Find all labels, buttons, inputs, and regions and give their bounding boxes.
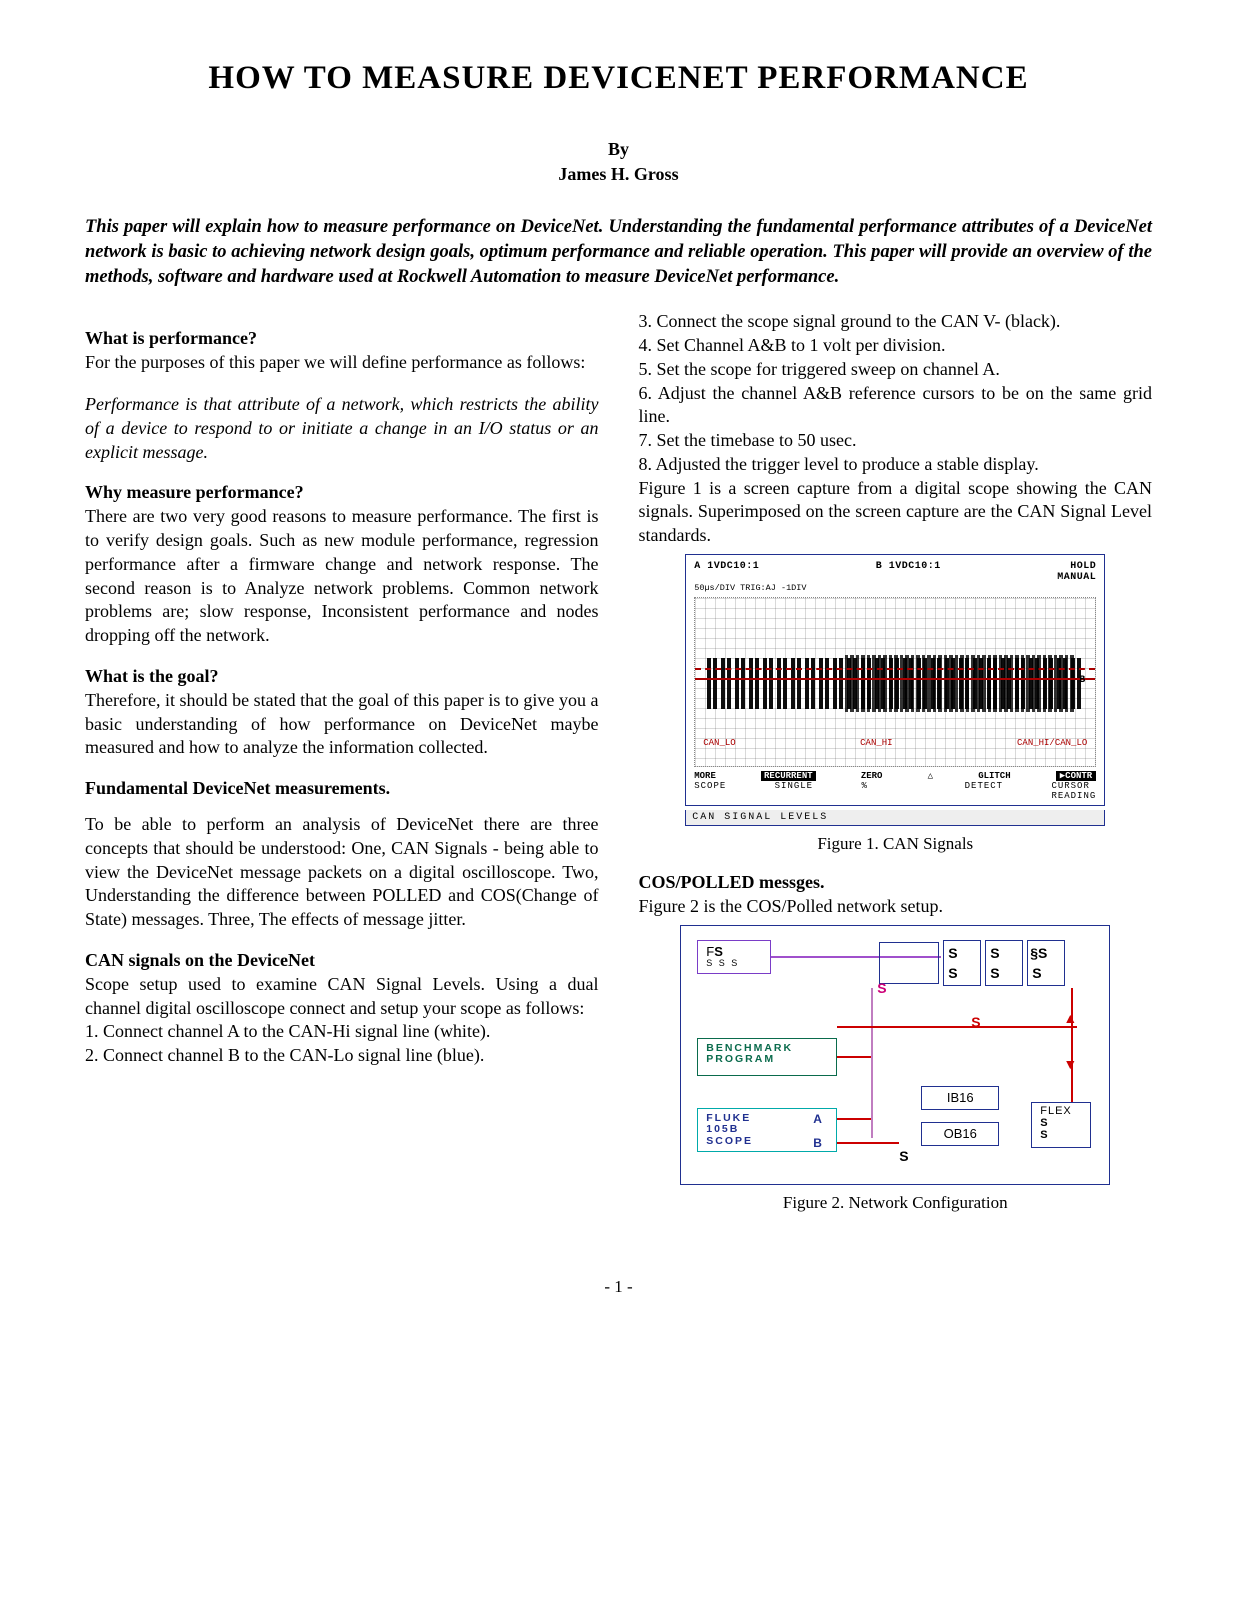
paragraph: Figure 1 is a screen capture from a digi… xyxy=(639,477,1153,548)
scope-reading: READING xyxy=(1051,791,1096,801)
rack-slot-3: §SS xyxy=(1027,940,1065,986)
scope-more: MORE xyxy=(694,771,716,781)
can-diff-label: CAN_HI/CAN_LO xyxy=(1017,738,1087,748)
scope-zero: ZERO xyxy=(861,771,883,781)
step-7: 7. Set the timebase to 50 usec. xyxy=(639,429,1153,453)
figure-1-scope: A 1VDC10:1 B 1VDC10:1 HOLDMANUAL 50µs/DI… xyxy=(685,554,1105,806)
step-5: 5. Set the scope for triggered sweep on … xyxy=(639,358,1153,382)
cpu-label-bot: S S S xyxy=(706,959,762,969)
rack-slot-1: SS xyxy=(943,940,981,986)
page-number: - 1 - xyxy=(85,1277,1152,1297)
definition: Performance is that attribute of a netwo… xyxy=(85,393,599,464)
fluke-l1: FLUKE xyxy=(706,1112,751,1124)
scope-pct: % xyxy=(861,781,867,801)
paragraph: Scope setup used to examine CAN Signal L… xyxy=(85,973,599,1021)
scope-detect: DETECT xyxy=(965,781,1003,801)
scope-tri: △ xyxy=(928,771,933,781)
heading-goal: What is the goal? xyxy=(85,666,599,687)
byline: By xyxy=(85,137,1152,162)
scope-ch-b-label: B xyxy=(813,1136,822,1150)
scope-ch-a: 1VDC10:1 xyxy=(707,561,759,572)
heading-why-measure: Why measure performance? xyxy=(85,482,599,503)
step-3: 3. Connect the scope signal ground to th… xyxy=(639,310,1153,334)
scope-ch-b: 1VDC10:1 xyxy=(889,561,941,572)
heading-cos-polled: COS/POLLED messges. xyxy=(639,872,1153,893)
scope-contr: ▶CONTR xyxy=(1056,771,1096,781)
step-1: 1. Connect channel A to the CAN-Hi signa… xyxy=(85,1020,599,1044)
author-name: James H. Gross xyxy=(85,162,1152,187)
paragraph: Figure 2 is the COS/Polled network setup… xyxy=(639,895,1153,919)
scope-cursor: CURSOR xyxy=(1051,781,1089,791)
heading-fundamental: Fundamental DeviceNet measurements. xyxy=(85,778,599,799)
ib16-box: IB16 xyxy=(921,1086,999,1110)
benchmark-box: BENCHMARK PROGRAM xyxy=(697,1038,837,1076)
scope-single: SINGLE xyxy=(775,781,813,801)
step-8: 8. Adjusted the trigger level to produce… xyxy=(639,453,1153,477)
step-6: 6. Adjust the channel A&B reference curs… xyxy=(639,382,1153,430)
paragraph: Therefore, it should be stated that the … xyxy=(85,689,599,760)
scope-hold: HOLD xyxy=(1070,561,1096,572)
abstract: This paper will explain how to measure p… xyxy=(85,215,1152,290)
flex-label: FLEX xyxy=(1040,1105,1082,1117)
page-title: HOW TO MEASURE DEVICENET PERFORMANCE xyxy=(85,60,1152,97)
ob16-box: OB16 xyxy=(921,1122,999,1146)
heading-can-signals: CAN signals on the DeviceNet xyxy=(85,950,599,971)
fluke-l3: SCOPE xyxy=(706,1135,753,1147)
scope-timebase: 50µs/DIV TRIG:AJ -1DIV xyxy=(694,583,1096,593)
fluke-l2: 105B xyxy=(706,1123,739,1135)
scope-scope: SCOPE xyxy=(694,781,726,801)
scope-ch-a-label: A xyxy=(813,1112,822,1126)
scope-bottom-bar: CAN SIGNAL LEVELS xyxy=(685,810,1105,826)
benchmark-line2: PROGRAM xyxy=(706,1054,828,1066)
figure-1-caption: Figure 1. CAN Signals xyxy=(639,834,1153,854)
figure-2-network: FS S S S SS SS §SS S S ▲ xyxy=(680,925,1110,1185)
paragraph: For the purposes of this paper we will d… xyxy=(85,351,599,375)
paragraph: There are two very good reasons to measu… xyxy=(85,505,599,648)
can-lo-label: CAN_LO xyxy=(703,738,735,748)
scope-grid: B CAN_LO CAN_HI CAN_HI/CAN_LO xyxy=(694,597,1096,767)
cpu-label-top: F xyxy=(706,944,714,959)
scope-b-marker: B xyxy=(1079,675,1085,686)
rack-slot-2: SS xyxy=(985,940,1023,986)
rack-backplane xyxy=(879,942,939,984)
scope-glitch: GLITCH xyxy=(978,771,1010,781)
cpu-box: FS S S S xyxy=(697,940,771,974)
scope-recurrent: RECURRENT xyxy=(761,771,816,781)
can-hi-label: CAN_HI xyxy=(860,738,892,748)
step-2: 2. Connect channel B to the CAN-Lo signa… xyxy=(85,1044,599,1068)
flex-box: FLEX S S xyxy=(1031,1102,1091,1148)
right-column: 3. Connect the scope signal ground to th… xyxy=(639,310,1153,1226)
scope-manual: MANUAL xyxy=(1057,572,1096,583)
heading-what-is-performance: What is performance? xyxy=(85,328,599,349)
figure-2-caption: Figure 2. Network Configuration xyxy=(639,1193,1153,1213)
paragraph: To be able to perform an analysis of Dev… xyxy=(85,813,599,932)
step-4: 4. Set Channel A&B to 1 volt per divisio… xyxy=(639,334,1153,358)
left-column: What is performance? For the purposes of… xyxy=(85,310,599,1226)
